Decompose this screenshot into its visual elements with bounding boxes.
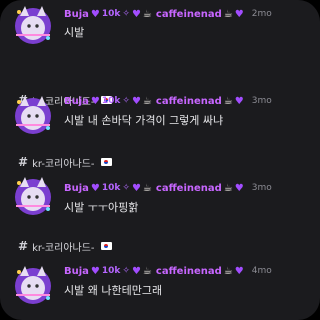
coffee-icon: ☕: [223, 95, 233, 107]
coffee-icon: ☕: [223, 182, 233, 194]
purple-heart-icon: ♥: [131, 182, 141, 194]
username-part: 10k: [101, 183, 121, 193]
username-part: caffeinenad: [155, 265, 222, 277]
coffee-icon: ☕: [223, 8, 233, 20]
coffee-icon: ☕: [142, 95, 152, 107]
hash-icon: #: [18, 155, 29, 169]
sparkle-icon: ✧: [122, 9, 130, 19]
hash-icon: #: [18, 239, 29, 253]
username-part: caffeinenad: [155, 182, 222, 194]
avatar[interactable]: [10, 92, 56, 138]
timestamp: 3mo: [251, 183, 272, 193]
avatar[interactable]: [10, 173, 56, 219]
purple-heart-icon: ♥: [90, 182, 100, 194]
purple-heart-icon: ♥: [131, 265, 141, 277]
korea-flag-icon: [100, 158, 112, 166]
channel-name: kr-코리아나드-: [32, 158, 95, 170]
purple-heart-icon: ♥: [131, 95, 141, 107]
coffee-icon: ☕: [223, 265, 233, 277]
username-part: 10k: [101, 266, 121, 276]
message-text: 시발 왜 나한테만그래: [64, 284, 163, 297]
channel-label[interactable]: # kr-코리아나드-: [18, 238, 112, 254]
username-part: caffeinenad: [155, 8, 222, 20]
coffee-icon: ☕: [142, 8, 152, 20]
username-part: 10k: [101, 96, 121, 106]
message-header: Buja ♥ 10k ✧ ♥ ☕ caffeinenad ☕ ♥ 2mo: [64, 7, 272, 21]
purple-heart-icon: ♥: [234, 265, 244, 277]
message-text: 시발 ㅜㅜ아핑핡: [64, 201, 139, 214]
korea-flag-icon: [100, 242, 112, 250]
purple-heart-icon: ♥: [90, 8, 100, 20]
timestamp: 3mo: [251, 96, 272, 106]
channel-label[interactable]: # kr-코리아나드-: [18, 154, 112, 170]
coffee-icon: ☕: [142, 182, 152, 194]
sparkle-icon: ✧: [122, 266, 130, 276]
timestamp: 4mo: [251, 266, 272, 276]
channel-name: kr-코리아나드-: [32, 242, 95, 254]
purple-heart-icon: ♥: [131, 8, 141, 20]
message-text: 시발: [64, 26, 85, 39]
avatar[interactable]: [10, 262, 56, 308]
message-header: Buja ♥ 10k ✧ ♥ ☕ caffeinenad ☕ ♥ 4mo: [64, 264, 272, 278]
message-header: Buja ♥ 10k ✧ ♥ ☕ caffeinenad ☕ ♥ 3mo: [64, 181, 272, 195]
username[interactable]: Buja: [64, 9, 89, 20]
sparkle-icon: ✧: [122, 96, 130, 106]
coffee-icon: ☕: [142, 265, 152, 277]
message-header: Buja ♥ 10k ✧ ♥ ☕ caffeinenad ☕ ♥ 3mo: [64, 94, 272, 108]
purple-heart-icon: ♥: [90, 95, 100, 107]
username-part: 10k: [101, 9, 121, 19]
avatar[interactable]: [10, 2, 56, 48]
purple-heart-icon: ♥: [234, 182, 244, 194]
purple-heart-icon: ♥: [234, 8, 244, 20]
timestamp: 2mo: [251, 9, 272, 19]
purple-heart-icon: ♥: [234, 95, 244, 107]
username[interactable]: Buja: [64, 183, 89, 194]
message-list: Buja ♥ 10k ✧ ♥ ☕ caffeinenad ☕ ♥ 2mo 시발 …: [0, 0, 320, 320]
username[interactable]: Buja: [64, 96, 89, 107]
purple-heart-icon: ♥: [90, 265, 100, 277]
username-part: caffeinenad: [155, 95, 222, 107]
username[interactable]: Buja: [64, 266, 89, 277]
sparkle-icon: ✧: [122, 183, 130, 193]
message-text: 시발 내 손바닥 가격이 그렇게 싸냐: [64, 114, 224, 127]
